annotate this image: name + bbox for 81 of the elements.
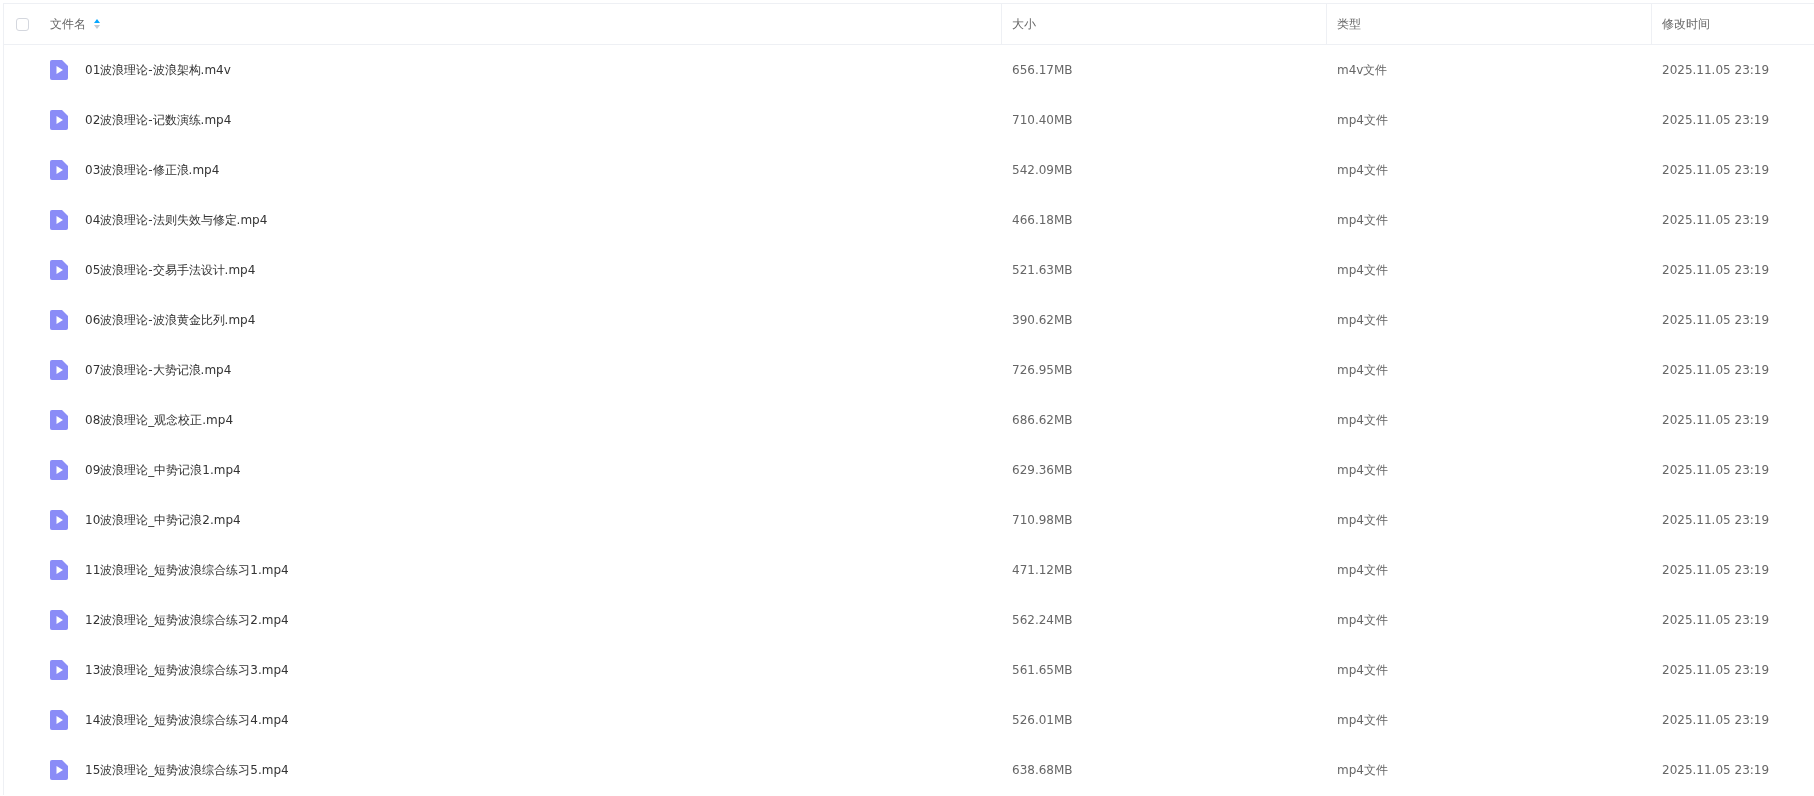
file-type: mp4文件 xyxy=(1337,311,1388,329)
video-file-icon xyxy=(50,360,68,380)
file-name[interactable]: 12波浪理论_短势波浪综合练习2.mp4 xyxy=(85,611,289,629)
modified-time: 2025.11.05 23:19 xyxy=(1662,513,1770,527)
column-header[interactable]: 文件名 xyxy=(50,15,86,33)
select-all-checkbox[interactable] xyxy=(16,17,29,31)
file-size: 390.62MB xyxy=(1012,313,1073,327)
file-type: m4v文件 xyxy=(1337,61,1388,79)
file-type: mp4文件 xyxy=(1337,761,1388,779)
modified-time: 2025.11.05 23:19 xyxy=(1662,113,1770,127)
file-name[interactable]: 01波浪理论-波浪架构.m4v xyxy=(85,61,231,79)
file-type: mp4文件 xyxy=(1337,661,1388,679)
file-size: 710.98MB xyxy=(1012,513,1073,527)
file-type: mp4文件 xyxy=(1337,611,1388,629)
video-file-icon xyxy=(50,760,68,780)
video-file-icon xyxy=(50,160,68,180)
file-name[interactable]: 09波浪理论_中势记浪1.mp4 xyxy=(85,461,241,479)
modified-time: 2025.11.05 23:19 xyxy=(1662,163,1770,177)
file-type: mp4文件 xyxy=(1337,211,1388,229)
file-type: mp4文件 xyxy=(1337,411,1388,429)
video-file-icon xyxy=(50,60,68,80)
video-file-icon xyxy=(50,210,68,230)
file-type: mp4文件 xyxy=(1337,461,1388,479)
file-type: mp4文件 xyxy=(1337,511,1388,529)
modified-time: 2025.11.05 23:19 xyxy=(1662,363,1770,377)
video-file-icon xyxy=(50,710,68,730)
modified-time: 2025.11.05 23:19 xyxy=(1662,263,1770,277)
file-name[interactable]: 15波浪理论_短势波浪综合练习5.mp4 xyxy=(85,761,289,779)
file-size: 686.62MB xyxy=(1012,413,1073,427)
file-type: mp4文件 xyxy=(1337,361,1388,379)
file-size: 526.01MB xyxy=(1012,713,1073,727)
file-name[interactable]: 05波浪理论-交易手法设计.mp4 xyxy=(85,261,256,279)
file-size: 542.09MB xyxy=(1012,163,1073,177)
file-name[interactable]: 06波浪理论-波浪黄金比列.mp4 xyxy=(85,311,256,329)
video-file-icon xyxy=(50,660,68,680)
modified-time: 2025.11.05 23:19 xyxy=(1662,313,1770,327)
modified-time: 2025.11.05 23:19 xyxy=(1662,413,1770,427)
file-size: 638.68MB xyxy=(1012,763,1073,777)
modified-time: 2025.11.05 23:19 xyxy=(1662,713,1770,727)
file-size: 471.12MB xyxy=(1012,563,1073,577)
video-file-icon xyxy=(50,260,68,280)
file-type: mp4文件 xyxy=(1337,711,1388,729)
video-file-icon xyxy=(50,410,68,430)
video-file-icon xyxy=(50,510,68,530)
modified-time: 2025.11.05 23:19 xyxy=(1662,213,1770,227)
column-header[interactable]: 大小 xyxy=(1012,15,1036,33)
file-size: 561.65MB xyxy=(1012,663,1073,677)
modified-time: 2025.11.05 23:19 xyxy=(1662,763,1770,777)
file-type: mp4文件 xyxy=(1337,111,1388,129)
modified-time: 2025.11.05 23:19 xyxy=(1662,663,1770,677)
file-name[interactable]: 04波浪理论-法则失效与修定.mp4 xyxy=(85,211,268,229)
video-file-icon xyxy=(50,110,68,130)
video-file-icon xyxy=(50,610,68,630)
video-file-icon xyxy=(50,460,68,480)
file-name[interactable]: 10波浪理论_中势记浪2.mp4 xyxy=(85,511,241,529)
file-size: 710.40MB xyxy=(1012,113,1073,127)
file-name[interactable]: 08波浪理论_观念校正.mp4 xyxy=(85,411,234,429)
file-name[interactable]: 13波浪理论_短势波浪综合练习3.mp4 xyxy=(85,661,289,679)
column-header[interactable]: 类型 xyxy=(1337,15,1361,33)
video-file-icon xyxy=(50,310,68,330)
modified-time: 2025.11.05 23:19 xyxy=(1662,463,1770,477)
file-name[interactable]: 11波浪理论_短势波浪综合练习1.mp4 xyxy=(85,561,289,579)
file-name[interactable]: 14波浪理论_短势波浪综合练习4.mp4 xyxy=(85,711,289,729)
modified-time: 2025.11.05 23:19 xyxy=(1662,563,1770,577)
sort-icon[interactable] xyxy=(94,19,100,29)
file-type: mp4文件 xyxy=(1337,261,1388,279)
file-name[interactable]: 07波浪理论-大势记浪.mp4 xyxy=(85,361,232,379)
file-name[interactable]: 02波浪理论-记数演练.mp4 xyxy=(85,111,232,129)
modified-time: 2025.11.05 23:19 xyxy=(1662,63,1770,77)
file-size: 629.36MB xyxy=(1012,463,1073,477)
file-type: mp4文件 xyxy=(1337,161,1388,179)
file-size: 656.17MB xyxy=(1012,63,1073,77)
file-size: 726.95MB xyxy=(1012,363,1073,377)
file-size: 562.24MB xyxy=(1012,613,1073,627)
file-size: 466.18MB xyxy=(1012,213,1073,227)
file-type: mp4文件 xyxy=(1337,561,1388,579)
video-file-icon xyxy=(50,560,68,580)
file-size: 521.63MB xyxy=(1012,263,1073,277)
file-name[interactable]: 03波浪理论-修正浪.mp4 xyxy=(85,161,220,179)
column-header[interactable]: 修改时间 xyxy=(1662,15,1710,33)
modified-time: 2025.11.05 23:19 xyxy=(1662,613,1770,627)
